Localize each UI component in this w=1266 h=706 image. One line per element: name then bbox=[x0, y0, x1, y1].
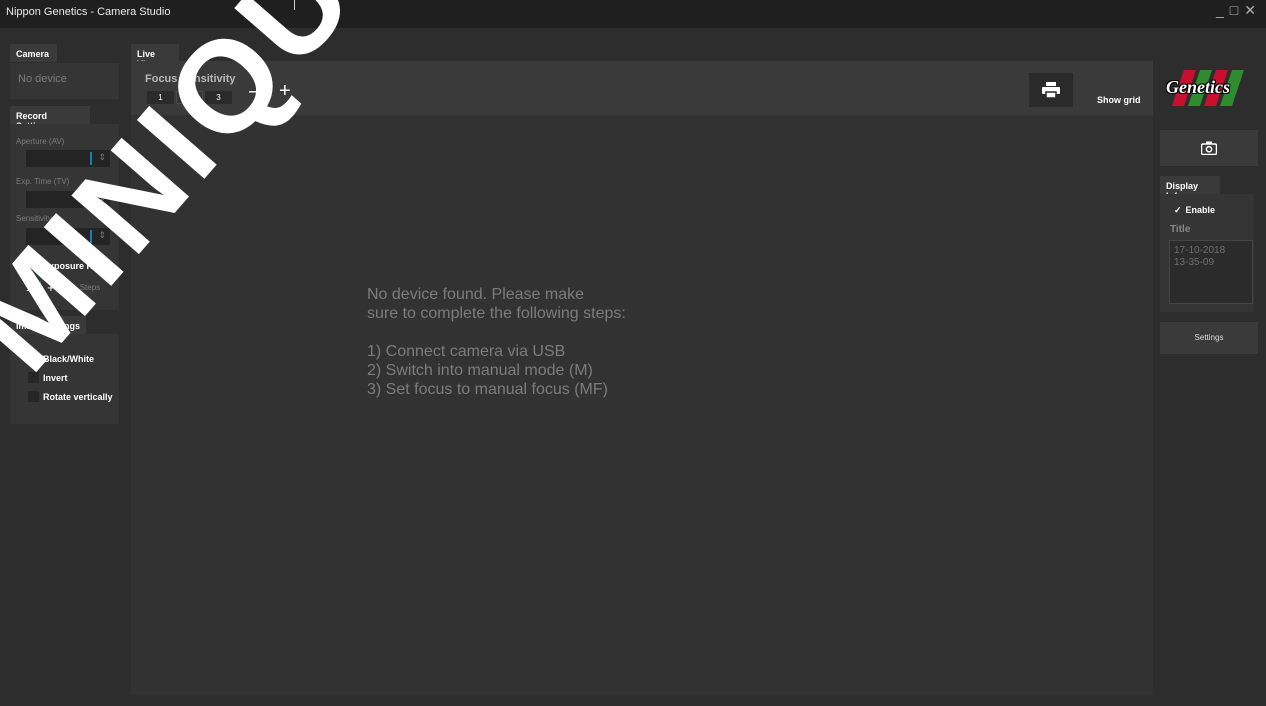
spinner-icon[interactable]: ⇕ bbox=[98, 230, 106, 241]
display-info-text-field[interactable]: 17-10-2018 13-35-09 bbox=[1169, 240, 1253, 304]
date-text: 17-10-2018 bbox=[1174, 245, 1226, 256]
camera-tab[interactable]: Camera bbox=[10, 44, 57, 62]
no-device-message: No device found. Please make sure to com… bbox=[367, 286, 626, 398]
image-settings-tab[interactable]: Image Settings bbox=[10, 316, 86, 334]
rotate-vertically-checkbox[interactable] bbox=[28, 391, 39, 402]
title-bar: Nippon Genetics - Camera Studio _ □ ✕ bbox=[0, 0, 1266, 28]
focus-sensitivity-selector: 1 2 3 bbox=[147, 91, 232, 104]
black-white-label: Black/White bbox=[43, 354, 95, 364]
live-view-panel: Focus Sensitivity 1 2 3 — + Show grid bbox=[131, 61, 1153, 695]
window-title: Nippon Genetics - Camera Studio bbox=[6, 6, 171, 18]
focus-option-3[interactable]: 3 bbox=[205, 91, 232, 104]
steps-caret bbox=[40, 281, 42, 294]
live-view-tab[interactable]: Live View bbox=[131, 44, 179, 69]
minimize-button[interactable]: _ bbox=[1216, 2, 1224, 19]
nippon-genetics-logo: Genetics bbox=[1162, 64, 1250, 112]
steps-plus-button[interactable]: + bbox=[47, 280, 55, 295]
live-view-toolbar: Focus Sensitivity 1 2 3 — + Show grid bbox=[131, 61, 1153, 115]
enable-label: Enable bbox=[1185, 205, 1216, 215]
steps-label: Steps bbox=[79, 283, 101, 292]
focus-sensitivity-label: Focus Sensitivity bbox=[145, 73, 236, 85]
enable-check-icon: ✓ bbox=[1174, 205, 1182, 215]
steps-minus-button[interactable]: — bbox=[61, 282, 72, 294]
focus-option-2[interactable]: 2 bbox=[176, 91, 203, 104]
camera-icon bbox=[1201, 141, 1217, 155]
focus-minus-button[interactable]: — bbox=[249, 81, 269, 101]
enable-toggle[interactable]: ✓ Enable bbox=[1174, 205, 1215, 216]
rotate-vertically-label: Rotate vertically bbox=[43, 392, 113, 402]
exposure-range-checkbox[interactable] bbox=[28, 260, 39, 271]
logo-text: Genetics bbox=[1166, 77, 1230, 97]
display-info-tab[interactable]: Display Info bbox=[1160, 176, 1220, 201]
exp-time-label: Exp. Time (TV) bbox=[16, 177, 70, 186]
capture-button[interactable] bbox=[1160, 130, 1258, 166]
focus-plus-button[interactable]: + bbox=[279, 81, 291, 101]
record-settings-tab[interactable]: Record Settings bbox=[10, 106, 90, 131]
close-button[interactable]: ✕ bbox=[1244, 2, 1256, 19]
title-cursor-mark bbox=[294, 0, 295, 10]
exp-time-input[interactable]: ⇕ bbox=[26, 191, 110, 208]
spinner-icon[interactable]: ⇕ bbox=[98, 152, 106, 163]
invert-checkbox[interactable] bbox=[28, 372, 39, 383]
steps-value[interactable]: 1 bbox=[26, 282, 32, 294]
print-button[interactable] bbox=[1029, 73, 1073, 107]
sensitivity-label: Sensitivity bbox=[16, 214, 53, 223]
black-white-checkbox[interactable] bbox=[28, 353, 39, 364]
aperture-label: Aperture (AV) bbox=[16, 137, 65, 146]
printer-icon bbox=[1042, 82, 1060, 98]
exposure-range-label: Exposure Range bbox=[43, 261, 115, 271]
focus-option-1[interactable]: 1 bbox=[147, 91, 174, 104]
window-controls: _ □ ✕ bbox=[1216, 2, 1256, 19]
time-text: 13-35-09 bbox=[1174, 257, 1215, 268]
title-label: Title bbox=[1170, 224, 1191, 235]
spinner-icon[interactable]: ⇕ bbox=[98, 193, 106, 204]
steps-row: 1 + — Steps bbox=[26, 280, 100, 295]
camera-status: No device bbox=[10, 63, 119, 99]
invert-label: Invert bbox=[43, 373, 68, 383]
input-caret bbox=[90, 193, 92, 206]
aperture-input[interactable]: ⇕ bbox=[26, 150, 110, 167]
input-caret bbox=[90, 230, 92, 243]
sensitivity-input[interactable]: ⇕ bbox=[26, 228, 110, 245]
input-caret bbox=[90, 152, 92, 165]
display-info-panel: ✓ Enable Title 17-10-2018 13-35-09 bbox=[1160, 194, 1254, 312]
settings-button[interactable]: Settings bbox=[1160, 322, 1258, 354]
show-grid-toggle[interactable]: Show grid bbox=[1097, 95, 1141, 105]
maximize-button[interactable]: □ bbox=[1230, 2, 1238, 19]
